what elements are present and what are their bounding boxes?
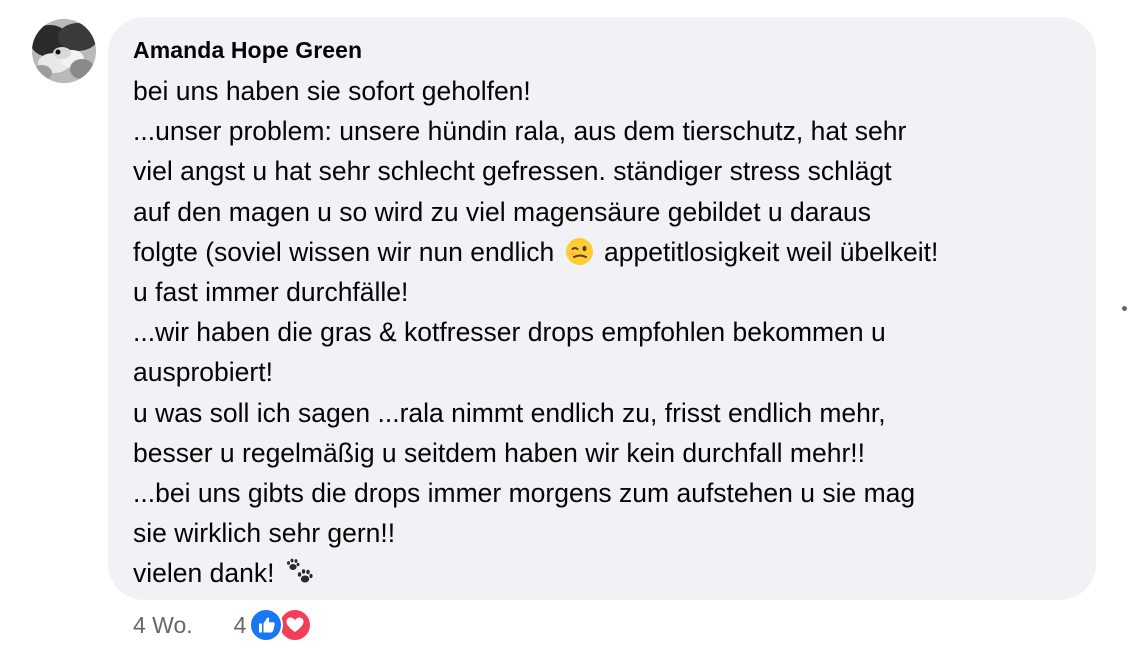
comment-line: u was soll ich sagen ...rala nimmt endli… bbox=[133, 397, 886, 428]
avatar-dog-photo bbox=[32, 19, 96, 83]
comment-line: folgte (soviel wissen wir nun endlich ap… bbox=[133, 232, 1076, 272]
comment-line-part: appetitlosigkeit weil übelkeit! bbox=[604, 236, 939, 267]
comment-line: u fast immer durchfälle! bbox=[133, 276, 409, 307]
comment-text: bei uns haben sie sofort geholfen! ...un… bbox=[133, 71, 1076, 593]
avatar[interactable] bbox=[32, 19, 96, 83]
winking-face-emoji bbox=[565, 237, 594, 277]
comment-line: viel angst u hat sehr schlecht gefressen… bbox=[133, 156, 892, 187]
comment-line-part: folgte (soviel wissen wir nun endlich bbox=[133, 236, 555, 267]
like-icon bbox=[249, 608, 284, 642]
comment-line: ...wir haben die gras & kotfresser drops… bbox=[133, 317, 886, 348]
comment-author-name[interactable]: Amanda Hope Green bbox=[133, 36, 1076, 64]
comment-line: ausprobiert! bbox=[133, 357, 273, 388]
comment-line: ...bei uns gibts die drops immer morgens… bbox=[133, 477, 916, 508]
reaction-count: 4 bbox=[233, 611, 247, 638]
comment-footer: 4 Wo. 4 bbox=[133, 607, 313, 643]
paw-prints-emoji bbox=[285, 557, 315, 598]
comment-bubble: Amanda Hope Green bei uns haben sie sofo… bbox=[108, 17, 1096, 600]
comment-line: ...unser problem: unsere hündin rala, au… bbox=[133, 116, 907, 147]
comment-line-part: vielen dank! bbox=[133, 558, 275, 589]
comment-timestamp[interactable]: 4 Wo. bbox=[133, 612, 193, 639]
reactions-summary[interactable]: 4 bbox=[234, 608, 313, 642]
love-icon bbox=[278, 608, 313, 642]
comment-line: bei uns haben sie sofort geholfen! bbox=[133, 76, 531, 106]
more-options-icon[interactable] bbox=[1122, 306, 1127, 311]
comment-line: sie wirklich sehr gern!! bbox=[133, 518, 396, 549]
comment-line: auf den magen u so wird zu viel magensäu… bbox=[133, 196, 872, 227]
comment-container: Amanda Hope Green bei uns haben sie sofo… bbox=[0, 0, 1130, 662]
comment-line: vielen dank! bbox=[133, 553, 1076, 593]
comment-line: besser u regelmäßig u seitdem haben wir … bbox=[133, 437, 866, 468]
